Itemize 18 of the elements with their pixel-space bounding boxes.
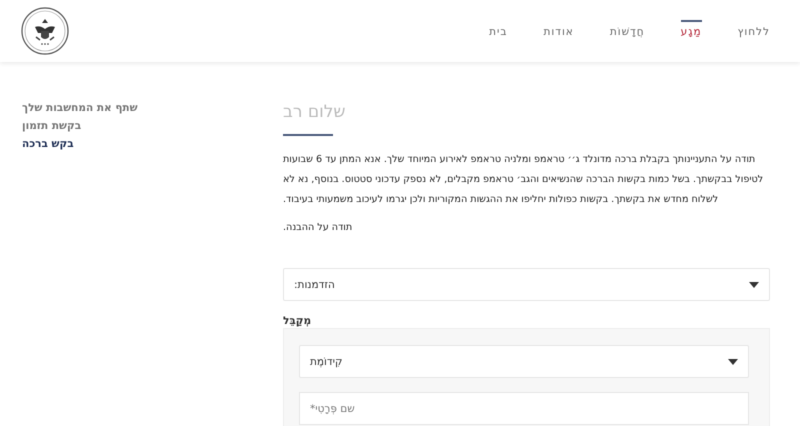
fieldset-legend: מְקַבֵּל <box>283 315 312 327</box>
nav-link[interactable]: חֲדָשׁוֹת <box>610 20 645 42</box>
occasion-select[interactable]: הזדמנות: <box>283 268 770 301</box>
prefix-select[interactable]: קִידוֹמֶת <box>299 345 749 378</box>
first-name-field[interactable]: שם פְּרָטִי* <box>299 392 749 425</box>
sidebar-link[interactable]: בקשת תזמון <box>22 120 82 132</box>
nav-link[interactable]: אודות <box>543 20 574 42</box>
nav-link[interactable]: בית <box>489 20 508 42</box>
sidebar-link[interactable]: בקש ברכה <box>22 138 74 150</box>
page-heading: שלום רב <box>283 102 346 122</box>
nav-link[interactable]: ללחוץ <box>738 20 770 42</box>
body-paragraph: תודה על ההבנה. <box>283 221 354 235</box>
body-paragraph: תודה על התעניינותך בקבלת ברכה מדונלד ג׳׳ טראמפ ומלניה טראמפ לאירוע המיוחד שלך. אנא המתן עד 6 שבועות לטיפול בבקשתך. בשל כמות בקשות הברכה שהנשיאים והגב׳ טראמפ מקבלים, לא נספק עדכוני סטטוס. בנוסף, נא לא לשלוח מחדש את בקשתך. בקשות כפולות יחליפו את ההגשות המקוריות ולכן יגרמו לעיכוב משמעותי בעיבוד. <box>283 153 764 207</box>
caret-icon <box>728 358 738 364</box>
nav-link[interactable]: מַגָע <box>680 20 702 42</box>
sidebar-link[interactable]: שתף את המחשבות שלך <box>22 102 138 114</box>
seal-logo-icon[interactable] <box>21 7 69 55</box>
caret-icon <box>749 282 759 288</box>
